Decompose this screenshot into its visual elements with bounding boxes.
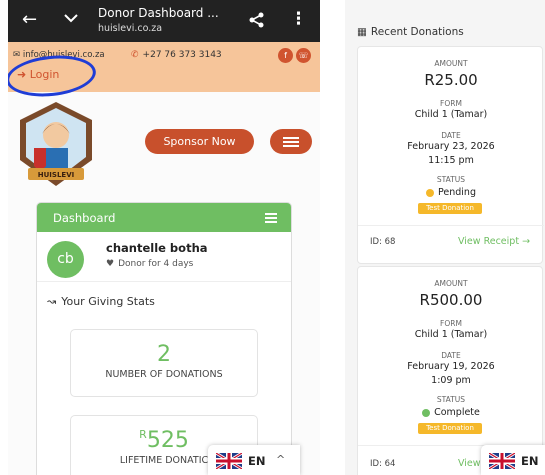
amount-value: R500.00 bbox=[419, 291, 483, 309]
heart-icon: ♥ bbox=[106, 259, 115, 269]
form-label: FORM bbox=[440, 99, 462, 108]
phone-link[interactable]: ✆ +27 76 373 3143 bbox=[131, 50, 222, 60]
time-value: 1:09 pm bbox=[431, 375, 471, 386]
language-code: EN bbox=[248, 454, 266, 468]
stat-value: 2 bbox=[157, 342, 171, 367]
huislevi-logo[interactable]: HUISLEVI bbox=[16, 100, 96, 188]
date-value: February 23, 2026 bbox=[407, 141, 495, 152]
donation-id: ID: 68 bbox=[370, 237, 396, 247]
stat-caption: NUMBER OF DONATIONS bbox=[105, 369, 223, 380]
test-donation-tag: Test Donation bbox=[418, 203, 482, 214]
page-title: Donor Dashboard ... bbox=[98, 6, 219, 20]
form-value: Child 1 (Tamar) bbox=[414, 329, 488, 340]
pending-dot-icon bbox=[426, 188, 434, 197]
donor-since: ♥ Donor for 4 days bbox=[106, 259, 194, 269]
recent-donations-heading: ▦ Recent Donations bbox=[357, 26, 464, 38]
calendar-icon: ▦ bbox=[357, 26, 367, 38]
card-divider bbox=[358, 225, 544, 226]
svg-text:HUISLEVI: HUISLEVI bbox=[38, 171, 74, 179]
donor-profile: cb chantelle botha ♥ Donor for 4 days bbox=[37, 232, 291, 282]
sponsor-now-button[interactable]: Sponsor Now bbox=[145, 129, 254, 154]
chart-line-icon: ↝ bbox=[47, 295, 57, 308]
mail-icon: ✉ bbox=[13, 50, 23, 60]
form-label: FORM bbox=[440, 319, 462, 328]
date-label: DATE bbox=[441, 351, 461, 360]
share-icon[interactable] bbox=[248, 11, 266, 29]
facebook-icon[interactable]: f bbox=[278, 48, 293, 63]
hamburger-menu-button[interactable] bbox=[270, 129, 312, 154]
more-vertical-icon[interactable]: ⋮ bbox=[290, 9, 307, 29]
amount-label: AMOUNT bbox=[434, 279, 468, 288]
date-value: February 19, 2026 bbox=[407, 361, 495, 372]
amount-value: R25.00 bbox=[424, 71, 478, 89]
arrow-left-icon[interactable]: ← bbox=[22, 9, 37, 30]
uk-flag-icon bbox=[216, 453, 242, 469]
form-value: Child 1 (Tamar) bbox=[414, 109, 488, 120]
donation-id: ID: 64 bbox=[370, 459, 396, 469]
status-badge: Pending bbox=[358, 187, 544, 198]
right-phone-screen: ▦ Recent Donations AMOUNT R25.00 FORM Chi… bbox=[345, 0, 545, 475]
time-value: 11:15 pm bbox=[428, 155, 474, 166]
view-receipt-link[interactable]: View Receipt → bbox=[458, 236, 530, 247]
test-donation-tag: Test Donation bbox=[418, 423, 482, 434]
contact-bar: ✉ info@huislevi.co.za ✆ +27 76 373 3143 f… bbox=[8, 42, 320, 101]
dashboard-card: Dashboard cb chantelle botha ♥ Donor for … bbox=[36, 202, 292, 475]
chevron-up-icon: ^ bbox=[276, 453, 286, 466]
language-code: EN bbox=[521, 454, 539, 468]
status-label: STATUS bbox=[436, 175, 466, 184]
stat-number-of-donations: 2 NUMBER OF DONATIONS bbox=[70, 329, 258, 397]
amount-label: AMOUNT bbox=[434, 59, 468, 68]
donor-name: chantelle botha bbox=[106, 241, 208, 255]
phone-icon: ✆ bbox=[131, 50, 139, 60]
page-url: huislevi.co.za bbox=[98, 23, 163, 34]
left-phone-screen: ← Donor Dashboard ... huislevi.co.za ⋮ ✉… bbox=[8, 0, 320, 475]
date-label: DATE bbox=[441, 131, 461, 140]
language-selector[interactable]: EN ^ bbox=[208, 445, 300, 475]
donation-card: AMOUNT R25.00 FORM Child 1 (Tamar) DATE … bbox=[357, 46, 544, 264]
whatsapp-icon[interactable]: ☏ bbox=[296, 48, 311, 63]
status-badge: Complete bbox=[358, 407, 544, 418]
dashboard-header: Dashboard bbox=[37, 203, 291, 232]
dashboard-title: Dashboard bbox=[53, 211, 116, 225]
donation-card: AMOUNT R500.00 FORM Child 1 (Tamar) DATE… bbox=[357, 266, 544, 475]
dashboard-menu-icon[interactable] bbox=[265, 213, 277, 223]
browser-app-bar: ← Donor Dashboard ... huislevi.co.za ⋮ bbox=[8, 0, 320, 42]
avatar: cb bbox=[47, 241, 84, 278]
status-label: STATUS bbox=[436, 395, 466, 404]
giving-stats-heading: ↝ Your Giving Stats bbox=[47, 295, 155, 308]
language-selector[interactable]: EN bbox=[481, 445, 545, 475]
stat-currency: R bbox=[139, 428, 147, 441]
uk-flag-icon bbox=[489, 453, 515, 469]
chevron-down-icon[interactable] bbox=[63, 10, 79, 26]
complete-dot-icon bbox=[422, 408, 431, 417]
